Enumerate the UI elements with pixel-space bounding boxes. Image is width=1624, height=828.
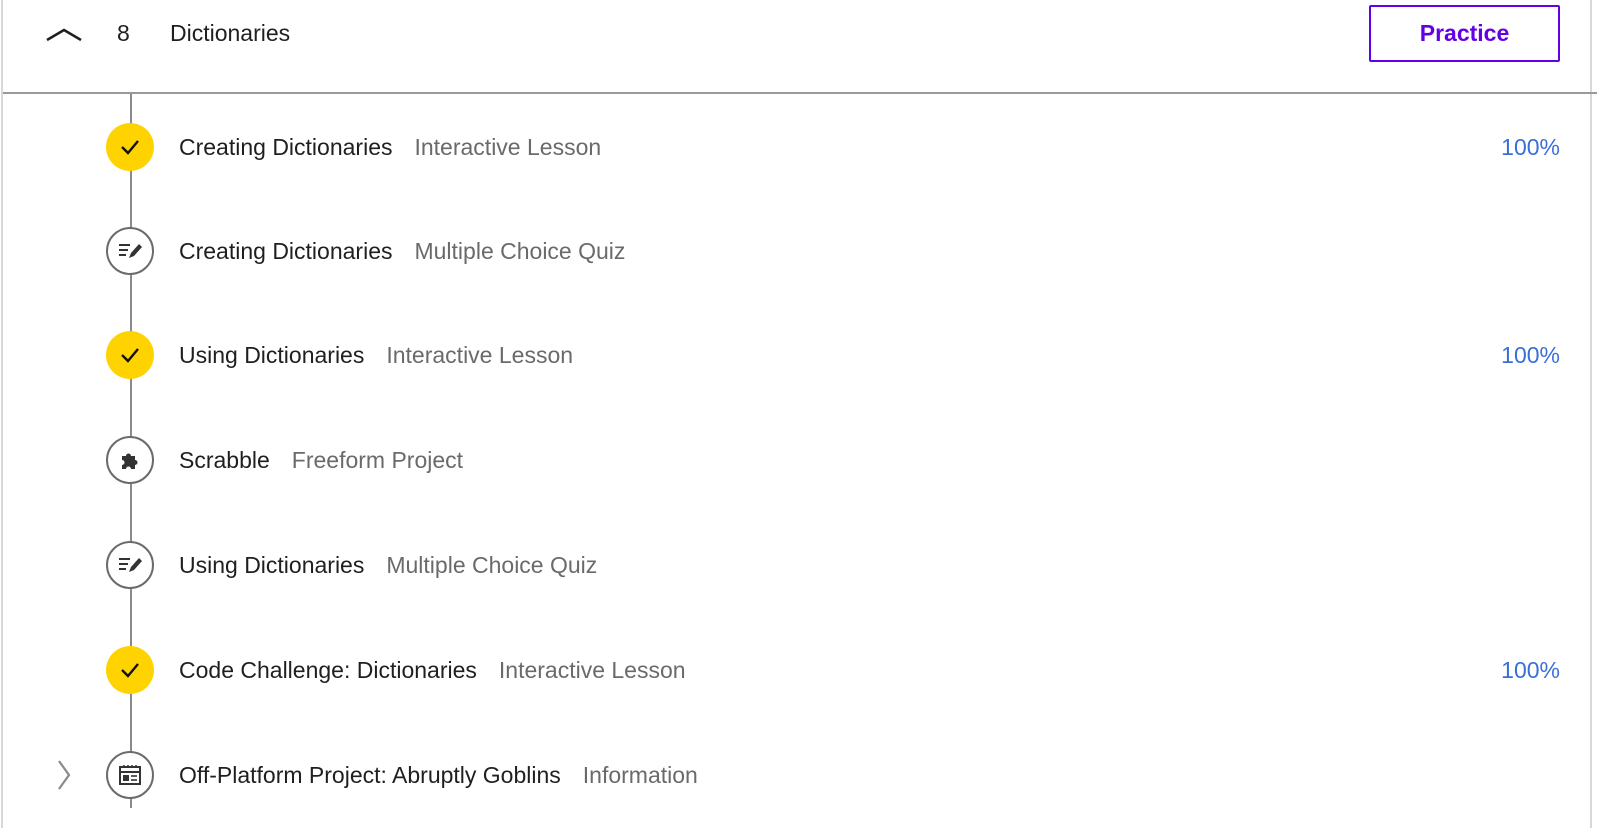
list-item[interactable]: Code Challenge: Dictionaries Interactive …: [3, 640, 1597, 700]
item-title: Using Dictionaries: [179, 342, 365, 368]
item-title: Using Dictionaries: [179, 552, 365, 578]
checkmark-icon: [106, 331, 154, 379]
item-title: Off-Platform Project: Abruptly Goblins: [179, 762, 561, 788]
item-title: Scrabble: [179, 447, 270, 473]
list-item[interactable]: Using Dictionaries Multiple Choice Quiz: [3, 535, 1597, 595]
puzzle-piece-icon: [106, 436, 154, 484]
item-progress: 100%: [1501, 657, 1560, 683]
item-type: Interactive Lesson: [386, 342, 574, 368]
list-item[interactable]: Using Dictionaries Interactive Lesson 100…: [3, 325, 1597, 385]
checkmark-icon: [106, 646, 154, 694]
chevron-right-icon[interactable]: [55, 758, 75, 792]
item-type: Information: [582, 762, 698, 788]
practice-button[interactable]: Practice: [1369, 5, 1560, 62]
module-title: Dictionaries: [170, 20, 291, 46]
checkmark-icon: [106, 123, 154, 171]
quiz-pencil-icon: [106, 227, 154, 275]
list-item[interactable]: Creating Dictionaries Multiple Choice Qui…: [3, 221, 1597, 281]
item-type: Freeform Project: [291, 447, 464, 473]
item-progress: 100%: [1501, 134, 1560, 160]
item-type: Interactive Lesson: [414, 134, 602, 160]
item-progress: 100%: [1501, 342, 1560, 368]
item-title: Creating Dictionaries: [179, 134, 393, 160]
item-type: Interactive Lesson: [498, 657, 686, 683]
list-item[interactable]: Scrabble Freeform Project: [3, 430, 1597, 490]
item-type: Multiple Choice Quiz: [386, 552, 598, 578]
list-item[interactable]: Creating Dictionaries Interactive Lesson …: [3, 117, 1597, 177]
module-number: 8: [117, 20, 130, 46]
list-item[interactable]: Off-Platform Project: Abruptly Goblins In…: [3, 745, 1597, 805]
chevron-up-icon[interactable]: [43, 20, 85, 50]
module-panel: 8 Dictionaries Practice Creating Diction…: [1, 0, 1597, 828]
module-header: 8 Dictionaries Practice: [3, 0, 1597, 94]
article-icon: [106, 751, 154, 799]
item-type: Multiple Choice Quiz: [414, 238, 626, 264]
item-title: Creating Dictionaries: [179, 238, 393, 264]
quiz-pencil-icon: [106, 541, 154, 589]
item-title: Code Challenge: Dictionaries: [179, 657, 477, 683]
